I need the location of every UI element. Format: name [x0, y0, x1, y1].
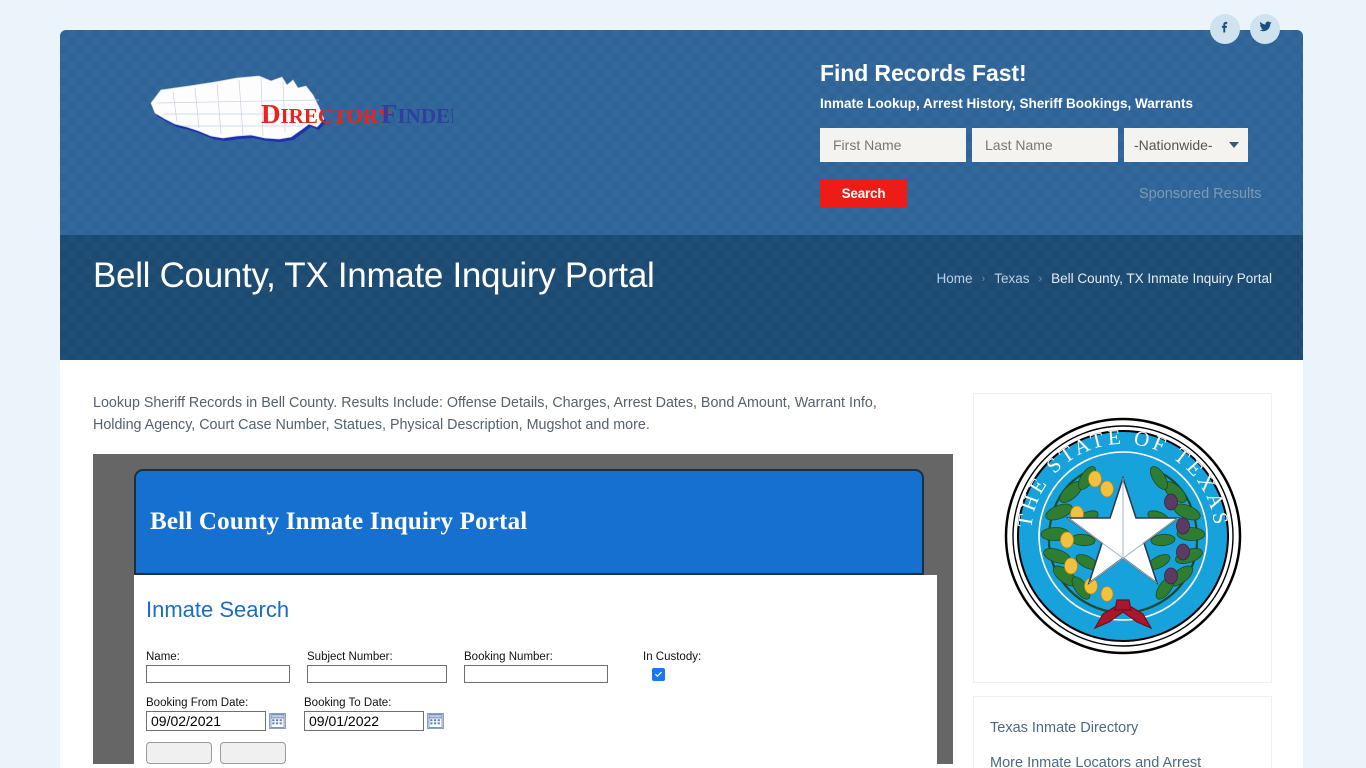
portal-form-buttons [146, 741, 937, 764]
site-header: DIRECTORY FINDER Find Records Fast! Inma… [60, 30, 1303, 235]
calendar-icon[interactable] [427, 712, 444, 729]
intro-paragraph: Lookup Sheriff Records in Bell County. R… [93, 395, 877, 433]
portal-panel: Bell County Inmate Inquiry Portal Inmate… [134, 469, 937, 765]
texas-state-seal-icon: THE STATE OF TEXAS [1003, 416, 1243, 661]
main-column: Lookup Sheriff Records in Bell County. R… [93, 393, 953, 768]
portal-body: Inmate Search Name: Subject Number: Book… [134, 575, 937, 765]
content-area: Lookup Sheriff Records in Bell County. R… [60, 360, 1303, 768]
booking-to-date-group: Booking To Date: [304, 697, 444, 731]
logo-word-directory: DIRECTORY [261, 99, 393, 129]
chevron-down-icon [1229, 142, 1239, 148]
in-custody-checkbox[interactable] [652, 666, 665, 684]
state-select[interactable]: -Nationwide- [1124, 128, 1248, 162]
booking-number-input[interactable] [464, 665, 608, 684]
twitter-button[interactable] [1250, 14, 1280, 44]
portal-field-row: Name: Subject Number: Booking Number: In… [146, 651, 937, 684]
site-container: DIRECTORY FINDER Find Records Fast! Inma… [60, 30, 1303, 768]
logo-word-finder: FINDER [381, 99, 453, 129]
subject-number-input[interactable] [307, 665, 447, 684]
sponsored-results-label: Sponsored Results [1139, 185, 1262, 202]
booking-to-date-input[interactable] [304, 710, 424, 731]
booking-from-date-input[interactable] [146, 710, 266, 731]
portal-section-title: Inmate Search [146, 597, 290, 623]
portal-reset-button[interactable] [220, 741, 286, 764]
breadcrumb-item-home[interactable]: Home [937, 271, 973, 286]
booking-from-date-group: Booking From Date: [146, 697, 286, 731]
in-custody-label: In Custody: [643, 651, 702, 664]
facebook-icon [1218, 19, 1233, 39]
breadcrumb: Home › Texas › Bell County, TX Inmate In… [937, 271, 1273, 286]
name-field-label: Name: [146, 651, 180, 664]
search-button[interactable]: Search [820, 179, 907, 208]
breadcrumb-separator: › [981, 272, 986, 285]
portal-header-title: Bell County Inmate Inquiry Portal [150, 508, 528, 536]
breadcrumb-separator: › [1038, 272, 1043, 285]
header-button-row: Search Sponsored Results [820, 179, 1270, 208]
page-title-band: Bell County, TX Inmate Inquiry Portal Ho… [60, 235, 1303, 360]
facebook-button[interactable] [1210, 14, 1240, 44]
texas-seal-widget: THE STATE OF TEXAS [973, 393, 1272, 683]
breadcrumb-item-texas[interactable]: Texas [994, 271, 1029, 286]
booking-number-field-label: Booking Number: [464, 651, 553, 664]
inmate-portal-embed: Bell County Inmate Inquiry Portal Inmate… [93, 454, 953, 765]
booking-number-field-group: Booking Number: [464, 651, 608, 684]
state-select-value: -Nationwide- [1134, 137, 1213, 153]
portal-search-button[interactable] [146, 741, 212, 764]
in-custody-field-group: In Custody: [643, 651, 702, 684]
check-icon [654, 666, 663, 684]
header-search-panel: Find Records Fast! Inmate Lookup, Arrest… [820, 60, 1270, 208]
related-links-widget: Texas Inmate Directory More Inmate Locat… [973, 696, 1272, 768]
header-search-row: -Nationwide- [820, 128, 1270, 162]
sidebar-link-texas-inmate-directory[interactable]: Texas Inmate Directory [990, 711, 1255, 746]
social-links [1210, 14, 1280, 44]
last-name-input[interactable] [972, 128, 1118, 162]
booking-from-date-label: Booking From Date: [146, 696, 249, 709]
sidebar: THE STATE OF TEXAS Texas Inmate Director… [973, 393, 1272, 768]
site-logo[interactable]: DIRECTORY FINDER [143, 70, 466, 160]
page-root: DIRECTORY FINDER Find Records Fast! Inma… [0, 0, 1366, 768]
breadcrumb-item-current: Bell County, TX Inmate Inquiry Portal [1051, 271, 1272, 286]
page-title: Bell County, TX Inmate Inquiry Portal [93, 256, 655, 295]
header-subtitle: Inmate Lookup, Arrest History, Sheriff B… [820, 96, 1194, 111]
sidebar-link-more-inmate-locators[interactable]: More Inmate Locators and Arrest [990, 746, 1255, 768]
subject-number-field-label: Subject Number: [307, 651, 393, 664]
portal-date-row: Booking From Date: 09/02/2021 Booking To… [146, 697, 937, 731]
booking-to-date-label: Booking To Date: [304, 696, 392, 709]
subject-number-field-group: Subject Number: [307, 651, 447, 684]
name-input[interactable] [146, 665, 290, 684]
header-title: Find Records Fast! [820, 60, 1027, 86]
first-name-input[interactable] [820, 128, 966, 162]
twitter-icon [1258, 19, 1273, 39]
calendar-icon[interactable] [269, 712, 286, 729]
portal-header: Bell County Inmate Inquiry Portal [134, 469, 924, 576]
name-field-group: Name: [146, 651, 290, 684]
